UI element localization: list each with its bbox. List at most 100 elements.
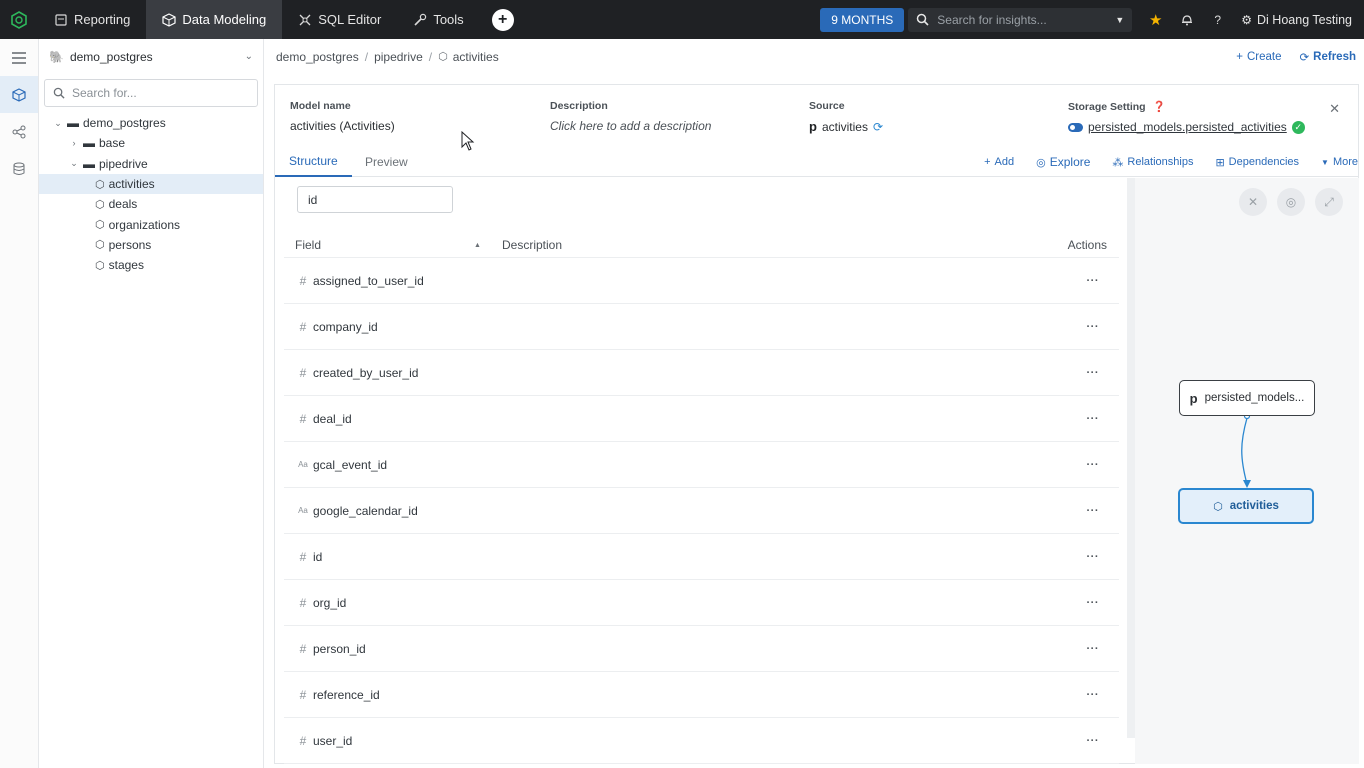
row-actions-menu-icon[interactable]: ··· <box>1087 551 1100 563</box>
nav-tab-reporting[interactable]: Reporting <box>38 0 146 39</box>
table-row[interactable]: # person_id ··· <box>284 626 1119 672</box>
field-name: person_id <box>313 641 366 656</box>
sort-asc-icon[interactable]: ▲ <box>474 242 481 249</box>
relationships-button[interactable]: ⁂ Relationships <box>1112 156 1193 169</box>
mouse-cursor-icon <box>461 131 475 151</box>
lineage-node-source[interactable]: p persisted_models... <box>1179 380 1315 416</box>
table-row[interactable]: # org_id ··· <box>284 580 1119 626</box>
toggle-switch[interactable] <box>1068 122 1083 132</box>
datasource-select[interactable]: 🐘 demo_postgres ⌄ <box>39 39 263 74</box>
description-value[interactable]: Click here to add a description <box>550 119 711 133</box>
storage-section: Storage Setting ❓ persisted_models.persi… <box>1068 100 1305 134</box>
tree-model-persons[interactable]: ⬡ persons <box>39 235 263 255</box>
cube-icon: ⬡ <box>95 259 105 272</box>
nav-tab-tools[interactable]: Tools <box>397 0 479 39</box>
storage-value-link[interactable]: persisted_models.persisted_activities <box>1088 120 1287 134</box>
user-menu[interactable]: ⚙ Di Hoang Testing <box>1233 13 1364 27</box>
tree-model-organizations[interactable]: ⬡ organizations <box>39 214 263 234</box>
add-field-button[interactable]: + Add <box>984 156 1014 168</box>
number-type-icon: # <box>299 411 307 426</box>
table-row[interactable]: # created_by_user_id ··· <box>284 350 1119 396</box>
tree-model-stages[interactable]: ⬡ stages <box>39 255 263 275</box>
source-value[interactable]: activities <box>822 120 868 134</box>
tree-search-placeholder: Search for... <box>72 86 137 100</box>
field-name: user_id <box>313 733 353 748</box>
tree-folder-base[interactable]: › ▬ base <box>39 133 263 153</box>
fields-scrollbar[interactable] <box>1127 178 1135 738</box>
row-actions-menu-icon[interactable]: ··· <box>1087 505 1100 517</box>
chevron-right-icon[interactable]: › <box>69 138 79 148</box>
hamburger-menu-icon[interactable] <box>0 39 38 76</box>
breadcrumb-item[interactable]: demo_postgres <box>276 50 359 64</box>
tree-folder-pipedrive[interactable]: ⌄ ▬ pipedrive <box>39 154 263 174</box>
breadcrumb-actions: + Create ⟳ Refresh <box>1236 39 1356 74</box>
nav-tab-sql-editor[interactable]: SQL Editor <box>282 0 397 39</box>
rail-models-cube-icon[interactable] <box>0 76 38 113</box>
row-actions-menu-icon[interactable]: ··· <box>1087 735 1100 747</box>
table-row[interactable]: # assigned_to_user_id ··· <box>284 258 1119 304</box>
date-range-button[interactable]: 9 MONTHS <box>820 7 905 32</box>
number-type-icon: # <box>299 319 307 334</box>
source-section: Source p activities ⟳ <box>809 100 883 134</box>
tab-preview[interactable]: Preview <box>351 147 422 177</box>
tab-actions: + Add ◎ Explore ⁂ Relationships ⊞ Dependenci… <box>984 147 1358 177</box>
row-actions-menu-icon[interactable]: ··· <box>1087 367 1100 379</box>
model-name-value[interactable]: activities (Activities) <box>290 119 395 133</box>
row-actions-menu-icon[interactable]: ··· <box>1087 413 1100 425</box>
top-nav-bar: Reporting Data Modeling SQL Editor Tools… <box>0 0 1364 39</box>
row-actions-menu-icon[interactable]: ··· <box>1087 459 1100 471</box>
chevron-down-icon[interactable]: ▼ <box>1115 15 1124 25</box>
number-type-icon: # <box>299 549 307 564</box>
tree-model-activities[interactable]: ⬡ activities <box>39 173 263 195</box>
chevron-down-icon[interactable]: ⌄ <box>69 158 79 169</box>
rail-relationships-icon[interactable] <box>0 113 38 150</box>
help-icon[interactable]: ? <box>1202 0 1233 39</box>
table-row[interactable]: Aa google_calendar_id ··· <box>284 488 1119 534</box>
refresh-icon: ⟳ <box>1299 51 1310 64</box>
row-actions-menu-icon[interactable]: ··· <box>1087 275 1100 287</box>
nav-tab-data-modeling[interactable]: Data Modeling <box>146 0 283 39</box>
table-row[interactable]: # company_id ··· <box>284 304 1119 350</box>
cube-icon: ⬡ <box>1213 500 1223 513</box>
row-actions-menu-icon[interactable]: ··· <box>1087 689 1100 701</box>
chevron-down-icon[interactable]: ⌄ <box>53 118 63 129</box>
table-row[interactable]: # reference_id ··· <box>284 672 1119 718</box>
refresh-button[interactable]: ⟳ Refresh <box>1300 50 1356 64</box>
tree-search-input[interactable]: Search for... <box>44 79 258 107</box>
table-row[interactable]: # user_id ··· <box>284 718 1119 764</box>
wrench-icon <box>414 13 427 26</box>
field-filter-input[interactable]: id <box>297 186 453 213</box>
lineage-node-model[interactable]: ⬡ activities <box>1178 488 1314 524</box>
star-icon[interactable]: ★ <box>1140 0 1171 39</box>
add-new-button[interactable]: + <box>491 8 514 31</box>
add-label: Add <box>994 156 1015 168</box>
bell-icon[interactable] <box>1171 0 1202 39</box>
cube-icon: ⬡ <box>95 239 105 252</box>
close-icon[interactable]: ✕ <box>1329 101 1340 117</box>
sync-icon[interactable]: ⟳ <box>873 120 883 134</box>
table-row[interactable]: Aa gcal_event_id ··· <box>284 442 1119 488</box>
rail-database-icon[interactable] <box>0 150 38 187</box>
explore-button[interactable]: ◎ Explore <box>1036 155 1090 169</box>
row-actions-menu-icon[interactable]: ··· <box>1087 321 1100 333</box>
table-row[interactable]: # deal_id ··· <box>284 396 1119 442</box>
row-actions-menu-icon[interactable]: ··· <box>1087 643 1100 655</box>
tree-model-deals[interactable]: ⬡ deals <box>39 194 263 214</box>
tree-folder-demo-postgres[interactable]: ⌄ ▬ demo_postgres <box>39 113 263 133</box>
help-icon[interactable]: ❓ <box>1153 101 1166 113</box>
number-type-icon: # <box>299 595 307 610</box>
row-actions-menu-icon[interactable]: ··· <box>1087 597 1100 609</box>
source-value-row: p activities ⟳ <box>809 119 883 134</box>
create-button[interactable]: + Create <box>1236 51 1281 63</box>
dependencies-button[interactable]: ⊞ Dependencies <box>1215 156 1299 169</box>
app-logo-icon[interactable] <box>0 0 38 39</box>
field-name: reference_id <box>313 687 380 702</box>
tab-structure[interactable]: Structure <box>275 147 352 177</box>
datasource-name: demo_postgres <box>69 49 153 64</box>
breadcrumb-item[interactable]: pipedrive <box>374 50 423 64</box>
more-menu-button[interactable]: ▼ More <box>1321 156 1358 168</box>
global-search-input[interactable]: Search for insights... ▼ <box>908 7 1133 32</box>
table-row[interactable]: # id ··· <box>284 534 1119 580</box>
sql-icon <box>299 14 311 25</box>
column-header-field[interactable]: Field <box>295 238 321 252</box>
